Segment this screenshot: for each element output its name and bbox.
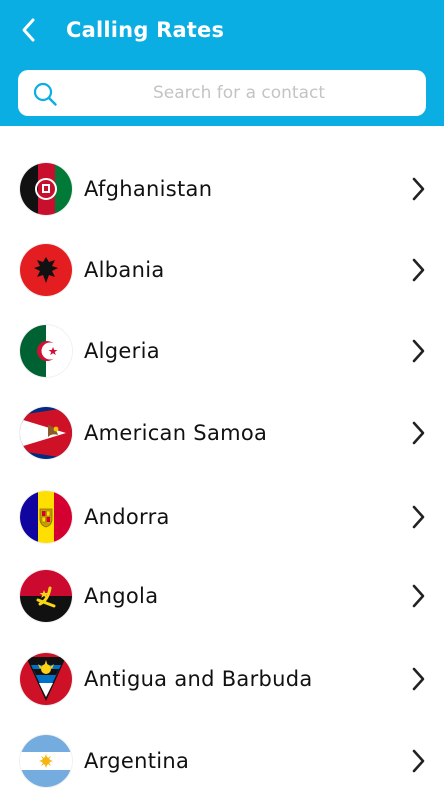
chevron-right-icon [412,258,425,282]
country-name: Albania [84,258,165,282]
list-item-american-samoa[interactable]: American Samoa [0,392,444,474]
country-name: American Samoa [84,421,268,445]
flag-algeria-icon [20,325,72,377]
list-item-algeria[interactable]: Algeria [0,310,444,392]
list-item-afghanistan[interactable]: Afghanistan [0,148,444,230]
country-name: Antigua and Barbuda [84,667,313,691]
country-name: Andorra [84,505,170,529]
search-input[interactable] [74,70,404,116]
page-title: Calling Rates [66,18,225,42]
flag-argentina-icon [20,735,72,787]
list-item-andorra[interactable]: Andorra [0,476,444,558]
chevron-right-icon [412,749,425,773]
country-name: Angola [84,584,159,608]
chevron-right-icon [412,667,425,691]
chevron-right-icon [412,177,425,201]
flag-afghanistan-icon [20,163,72,215]
search-bar[interactable] [18,70,426,116]
flag-antigua-and-barbuda-icon [20,653,72,705]
flag-american-samoa-icon [20,407,72,459]
flag-albania-icon [20,244,72,296]
country-name: Afghanistan [84,177,213,201]
search-icon [33,82,57,106]
back-button[interactable] [12,12,48,48]
app-header: Calling Rates [0,0,444,126]
list-item-antigua-and-barbuda[interactable]: Antigua and Barbuda [0,638,444,720]
chevron-left-icon [22,18,35,42]
chevron-right-icon [412,505,425,529]
country-name: Algeria [84,339,160,363]
country-name: Argentina [84,749,190,773]
flag-andorra-icon [20,491,72,543]
list-item-angola[interactable]: Angola [0,555,444,637]
list-item-albania[interactable]: Albania [0,229,444,311]
chevron-right-icon [412,339,425,363]
chevron-right-icon [412,421,425,445]
flag-angola-icon [20,570,72,622]
chevron-right-icon [412,584,425,608]
list-item-argentina[interactable]: Argentina [0,720,444,800]
